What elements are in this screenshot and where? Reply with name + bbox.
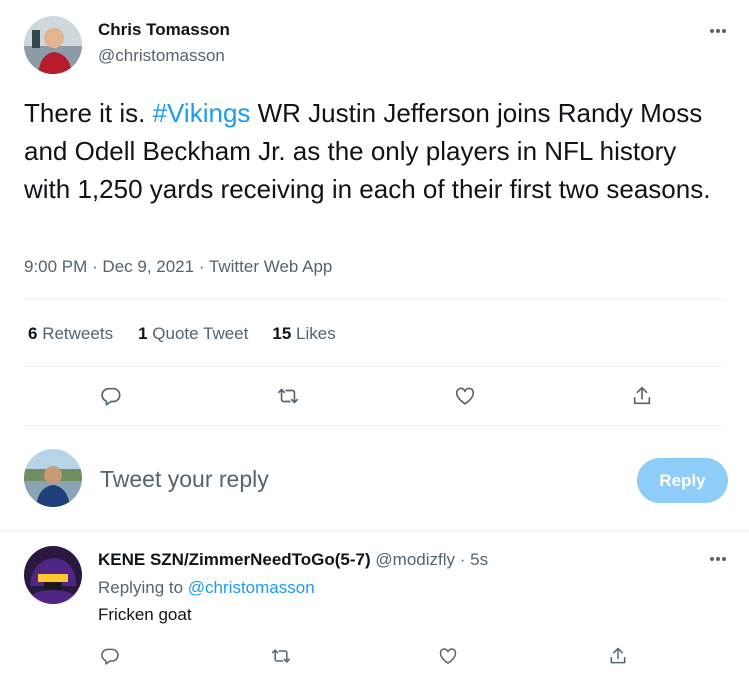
- author-handle[interactable]: @christomasson: [98, 46, 225, 66]
- reply-author-handle[interactable]: @modizfly: [375, 550, 455, 569]
- reply-author-name[interactable]: KENE SZN/ZimmerNeedToGo(5-7): [98, 550, 371, 569]
- author-avatar-image: [24, 16, 82, 74]
- like-icon[interactable]: [431, 639, 465, 673]
- reply-header: KENE SZN/ZimmerNeedToGo(5-7) @modizfly ·…: [98, 550, 488, 570]
- meta-separator: ·: [87, 257, 103, 276]
- tweet-meta: 9:00 PM · Dec 9, 2021 · Twitter Web App: [24, 257, 332, 277]
- divider: [0, 531, 749, 532]
- retweet-icon[interactable]: [271, 379, 305, 413]
- replying-to: Replying to @christomasson: [98, 578, 315, 598]
- reply-age[interactable]: 5s: [470, 550, 488, 569]
- reply-input[interactable]: Tweet your reply: [100, 466, 269, 493]
- reply-icon[interactable]: [93, 639, 127, 673]
- reply-icon[interactable]: [94, 379, 128, 413]
- reply-author-avatar[interactable]: [24, 546, 82, 604]
- tweet-time[interactable]: 9:00 PM: [24, 257, 87, 276]
- user-avatar-image: [24, 449, 82, 507]
- likes-label: Likes: [296, 324, 336, 343]
- reply-button[interactable]: Reply: [637, 458, 728, 503]
- tweet-source[interactable]: Twitter Web App: [209, 257, 332, 276]
- tweet-date[interactable]: Dec 9, 2021: [102, 257, 194, 276]
- retweet-icon[interactable]: [264, 639, 298, 673]
- tweet-text-prefix: There it is.: [24, 98, 153, 128]
- reply-author-avatar-image: [24, 546, 82, 604]
- likes-stat[interactable]: 15 Likes: [272, 324, 335, 344]
- author-avatar[interactable]: [24, 16, 82, 74]
- quotes-label: Quote Tweet: [152, 324, 249, 343]
- quotes-stat[interactable]: 1 Quote Tweet: [138, 324, 248, 344]
- likes-count: 15: [272, 324, 292, 343]
- more-icon[interactable]: [710, 557, 726, 561]
- like-icon[interactable]: [448, 379, 482, 413]
- retweets-count: 6: [28, 324, 38, 343]
- reply-text: Fricken goat: [98, 605, 192, 624]
- share-icon[interactable]: [601, 639, 635, 673]
- divider: [24, 366, 725, 367]
- share-icon[interactable]: [625, 379, 659, 413]
- divider: [24, 425, 725, 426]
- replying-to-label: Replying to: [98, 578, 184, 597]
- user-avatar[interactable]: [24, 449, 82, 507]
- divider: [24, 299, 725, 300]
- tweet-text: There it is. #Vikings WR Justin Jefferso…: [24, 94, 724, 208]
- reply-separator: ·: [455, 550, 471, 569]
- more-icon[interactable]: [710, 29, 726, 33]
- tweet-stats: 6 Retweets 1 Quote Tweet 15 Likes: [28, 324, 336, 344]
- hashtag-link[interactable]: #Vikings: [153, 98, 251, 128]
- author-name[interactable]: Chris Tomasson: [98, 20, 230, 40]
- quotes-count: 1: [138, 324, 148, 343]
- replying-to-handle-link[interactable]: @christomasson: [188, 578, 315, 597]
- meta-separator: ·: [194, 257, 209, 276]
- retweets-label: Retweets: [42, 324, 114, 343]
- retweets-stat[interactable]: 6 Retweets: [28, 324, 113, 344]
